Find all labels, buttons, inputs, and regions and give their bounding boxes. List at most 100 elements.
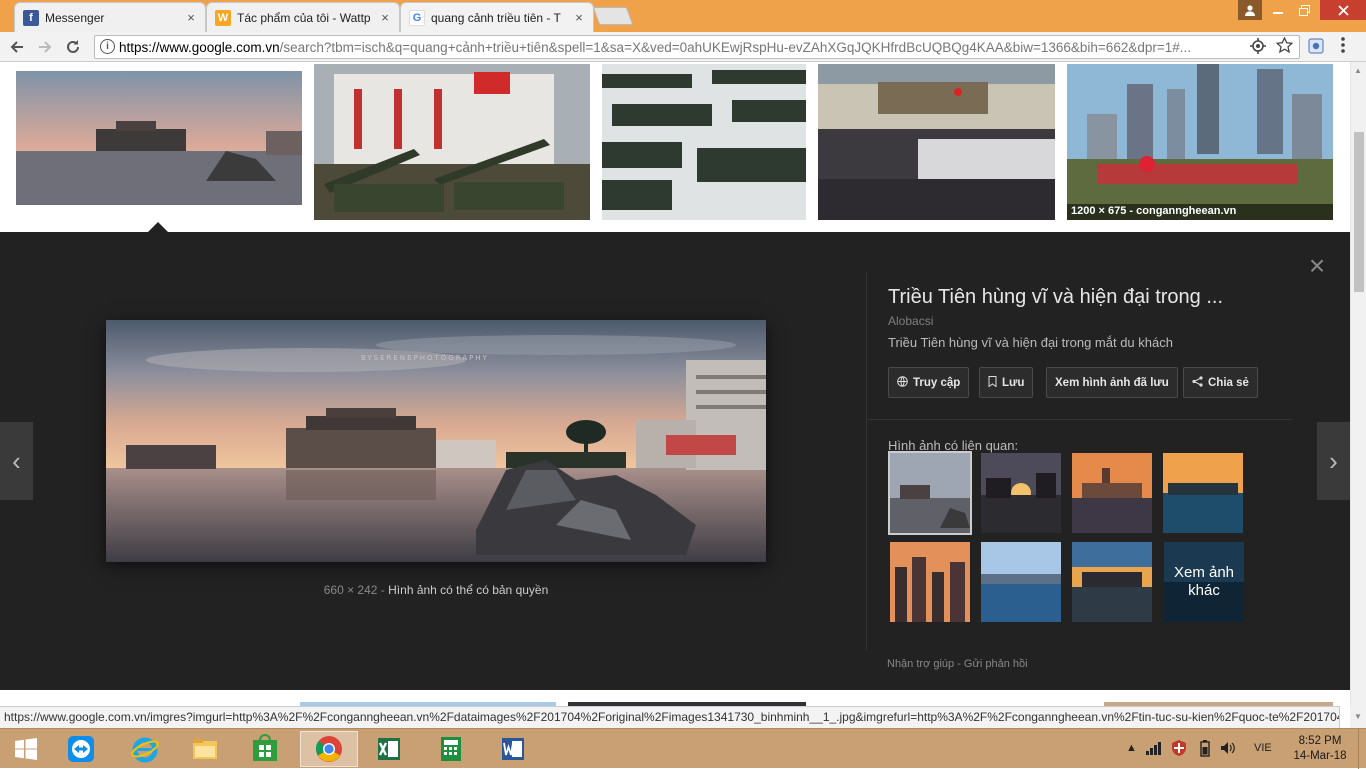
location-target-icon[interactable] bbox=[1250, 38, 1266, 58]
tab-messenger[interactable]: f Messenger × bbox=[14, 2, 206, 32]
system-clock[interactable]: 8:52 PM 14-Mar-18 bbox=[1290, 734, 1350, 764]
related-image-thumbnail[interactable] bbox=[1163, 453, 1243, 533]
result-thumbnail[interactable]: 1200 × 675 - conganngheean.vn bbox=[1067, 64, 1333, 220]
visit-button[interactable]: Truy cập bbox=[888, 367, 970, 398]
result-thumbnail[interactable] bbox=[16, 71, 302, 205]
view-saved-images-button[interactable]: Xem hình ảnh đã lưu bbox=[1046, 367, 1178, 398]
image-size-source-caption: 1200 × 675 - conganngheean.vn bbox=[1067, 204, 1333, 220]
url-host: https://www.google.com.vn bbox=[119, 39, 280, 55]
next-image-button[interactable]: › bbox=[1317, 422, 1350, 500]
image-source[interactable]: Alobacsi bbox=[888, 314, 933, 328]
chevron-left-icon: ‹ bbox=[12, 445, 21, 476]
scroll-down-icon[interactable]: ▼ bbox=[1354, 712, 1362, 721]
input-language[interactable]: VIE bbox=[1254, 742, 1272, 754]
close-icon[interactable]: × bbox=[571, 10, 587, 25]
close-window-icon[interactable] bbox=[1320, 0, 1366, 20]
show-desktop-button[interactable] bbox=[1358, 729, 1366, 769]
tab-label: Tác phẩm của tôi - Wattp bbox=[237, 10, 371, 25]
globe-icon bbox=[897, 375, 908, 390]
volume-icon[interactable] bbox=[1220, 741, 1236, 758]
facebook-icon: f bbox=[23, 9, 39, 26]
photo-watermark: BYSERENEPHOTOGRAPHY bbox=[361, 354, 489, 362]
security-shield-icon[interactable] bbox=[1172, 740, 1186, 759]
help-feedback-links: Nhận trợ giúp - Gửi phản hồi bbox=[887, 658, 1028, 670]
tab-google-search[interactable]: G quang cảnh triều tiên - T × bbox=[400, 2, 594, 32]
back-arrow-icon[interactable] bbox=[6, 36, 28, 58]
word-icon[interactable] bbox=[484, 731, 542, 767]
browser-toolbar: i https://www.google.com.vn/search?tbm=i… bbox=[0, 32, 1366, 62]
image-title-link[interactable]: Triều Tiên hùng vĩ và hiện đại trong ... bbox=[888, 286, 1278, 309]
clock-date: 14-Mar-18 bbox=[1293, 750, 1347, 762]
related-image-thumbnail[interactable] bbox=[1072, 542, 1152, 622]
result-thumbnail[interactable] bbox=[602, 64, 806, 220]
scroll-up-icon[interactable]: ▲ bbox=[1354, 66, 1362, 75]
scroll-corner: ▼ bbox=[1350, 706, 1366, 728]
chrome-icon[interactable] bbox=[300, 731, 358, 767]
browser-titlebar: f Messenger × W Tác phẩm của tôi - Wattp… bbox=[0, 0, 1366, 32]
teamviewer-icon[interactable] bbox=[52, 731, 110, 767]
image-preview-panel: ‹ › × BYSERENEPHOTOGRAPHY 660 × 242 - Hì… bbox=[0, 232, 1350, 690]
info-icon[interactable]: i bbox=[100, 39, 115, 54]
windows-store-icon[interactable] bbox=[236, 731, 294, 767]
network-signal-icon[interactable] bbox=[1146, 741, 1164, 758]
forward-arrow-icon[interactable] bbox=[34, 36, 56, 58]
result-thumbnail[interactable] bbox=[818, 64, 1055, 220]
url-path: /search?tbm=isch&q=quang+cảnh+triều+tiên… bbox=[279, 39, 1191, 55]
save-button[interactable]: Lưu bbox=[979, 367, 1034, 398]
windows-start-icon[interactable] bbox=[0, 731, 52, 767]
internet-explorer-icon[interactable] bbox=[116, 731, 174, 767]
user-profile-icon[interactable] bbox=[1238, 0, 1262, 20]
extension-icon[interactable] bbox=[1308, 38, 1324, 58]
related-image-thumbnail[interactable] bbox=[890, 542, 970, 622]
image-info-pane: Triều Tiên hùng vĩ và hiện đại trong ...… bbox=[866, 272, 1293, 670]
reload-icon[interactable] bbox=[62, 36, 84, 58]
copyright-notice[interactable]: Hình ảnh có thể có bản quyền bbox=[388, 583, 548, 597]
close-icon[interactable]: × bbox=[377, 10, 393, 25]
battery-icon[interactable] bbox=[1200, 740, 1210, 760]
save-label: Lưu bbox=[1002, 376, 1025, 389]
scrollbar-thumb[interactable] bbox=[1354, 132, 1364, 292]
show-hidden-icons[interactable]: ▲ bbox=[1126, 742, 1137, 754]
related-image-thumbnail[interactable] bbox=[981, 542, 1061, 622]
preview-image[interactable]: BYSERENEPHOTOGRAPHY bbox=[106, 320, 766, 562]
bookmark-star-icon[interactable] bbox=[1275, 36, 1294, 58]
excel-icon[interactable] bbox=[360, 731, 418, 767]
tab-label: quang cảnh triều tiên - T bbox=[431, 10, 561, 25]
address-bar[interactable]: i https://www.google.com.vn/search?tbm=i… bbox=[94, 35, 1300, 59]
chevron-right-icon: › bbox=[1329, 445, 1338, 476]
link-status-bubble: https://www.google.com.vn/imgres?imgurl=… bbox=[0, 706, 1340, 728]
share-label: Chia sẻ bbox=[1208, 376, 1249, 389]
calculator-icon[interactable] bbox=[422, 731, 480, 767]
google-icon: G bbox=[409, 9, 425, 26]
image-meta-line: 660 × 242 - Hình ảnh có thể có bản quyền bbox=[106, 583, 766, 597]
new-tab-button[interactable] bbox=[592, 7, 634, 25]
minimize-icon[interactable] bbox=[1264, 0, 1291, 20]
related-image-thumbnail[interactable] bbox=[981, 453, 1061, 533]
restore-icon[interactable] bbox=[1291, 0, 1318, 20]
previous-image-button[interactable]: ‹ bbox=[0, 422, 33, 500]
clock-time: 8:52 PM bbox=[1298, 735, 1342, 747]
menu-kebab-icon[interactable] bbox=[1340, 36, 1346, 58]
send-feedback-link[interactable]: Gửi phản hồi bbox=[964, 658, 1028, 670]
more-images-button[interactable]: Xem ảnh khác bbox=[1164, 542, 1244, 622]
tab-wattpad[interactable]: W Tác phẩm của tôi - Wattp × bbox=[206, 2, 400, 32]
more-images-label: Xem ảnh khác bbox=[1164, 542, 1244, 622]
wattpad-icon: W bbox=[215, 9, 231, 26]
related-image-thumbnail[interactable] bbox=[888, 451, 972, 535]
get-help-link[interactable]: Nhận trợ giúp bbox=[887, 658, 954, 670]
page-scrollbar[interactable]: ▲ bbox=[1350, 62, 1366, 706]
related-images-label: Hình ảnh có liên quan: bbox=[888, 438, 1019, 453]
share-button[interactable]: Chia sẻ bbox=[1183, 367, 1258, 398]
image-description: Triều Tiên hùng vĩ và hiện đại trong mắt… bbox=[888, 335, 1173, 350]
visit-label: Truy cập bbox=[913, 376, 961, 389]
related-image-thumbnail[interactable] bbox=[1072, 453, 1152, 533]
close-icon[interactable]: × bbox=[183, 10, 199, 25]
image-dimensions: 660 × 242 bbox=[323, 583, 378, 597]
separator: - bbox=[954, 658, 964, 670]
file-explorer-icon[interactable] bbox=[176, 731, 234, 767]
view-saved-label: Xem hình ảnh đã lưu bbox=[1055, 376, 1169, 389]
close-preview-button[interactable]: × bbox=[1304, 252, 1330, 280]
share-icon bbox=[1192, 375, 1203, 390]
result-thumbnail[interactable] bbox=[314, 64, 590, 220]
close-icon: × bbox=[1308, 250, 1326, 281]
